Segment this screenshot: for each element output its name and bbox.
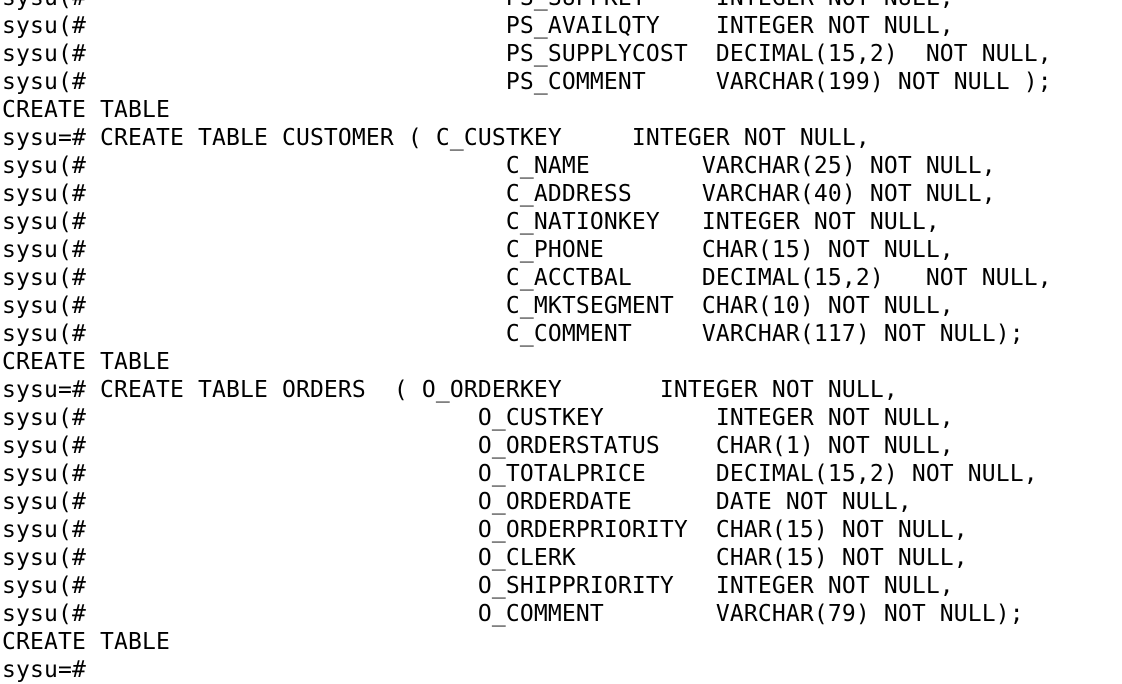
terminal-line: sysu(# C_NAME VARCHAR(25) NOT NULL,: [2, 153, 996, 179]
terminal-line: sysu=# CREATE TABLE ORDERS ( O_ORDERKEY …: [2, 377, 898, 403]
terminal-output[interactable]: sysu(# PS_SUPPKEY INTEGER NOT NULL,sysu(…: [2, 0, 1122, 684]
terminal-line: sysu(# C_ACCTBAL DECIMAL(15,2) NOT NULL,: [2, 265, 1052, 291]
terminal-line: sysu(# O_ORDERSTATUS CHAR(1) NOT NULL,: [2, 433, 954, 459]
terminal-line: sysu(# PS_SUPPLYCOST DECIMAL(15,2) NOT N…: [2, 41, 1052, 67]
terminal-line: sysu(# C_COMMENT VARCHAR(117) NOT NULL);: [2, 321, 1024, 347]
terminal-line: sysu(# O_CLERK CHAR(15) NOT NULL,: [2, 545, 968, 571]
terminal-line: CREATE TABLE: [2, 629, 170, 655]
terminal-line: CREATE TABLE: [2, 349, 170, 375]
terminal-line: sysu(# C_NATIONKEY INTEGER NOT NULL,: [2, 209, 940, 235]
terminal-line: sysu(# O_TOTALPRICE DECIMAL(15,2) NOT NU…: [2, 461, 1038, 487]
terminal-line: sysu(# O_CUSTKEY INTEGER NOT NULL,: [2, 405, 954, 431]
terminal-line: CREATE TABLE: [2, 97, 170, 123]
terminal-line: sysu(# PS_COMMENT VARCHAR(199) NOT NULL …: [2, 69, 1052, 95]
terminal-line: sysu(# PS_SUPPKEY INTEGER NOT NULL,: [2, 0, 1122, 12]
terminal-line: sysu(# O_COMMENT VARCHAR(79) NOT NULL);: [2, 601, 1024, 627]
terminal-line: sysu(# O_ORDERDATE DATE NOT NULL,: [2, 489, 912, 515]
terminal-line: sysu(# C_PHONE CHAR(15) NOT NULL,: [2, 237, 954, 263]
prompt-line: sysu=#: [2, 657, 100, 683]
terminal-line: sysu(# C_MKTSEGMENT CHAR(10) NOT NULL,: [2, 293, 954, 319]
terminal-line: sysu(# PS_AVAILQTY INTEGER NOT NULL,: [2, 13, 954, 39]
terminal-line: sysu(# O_SHIPPRIORITY INTEGER NOT NULL,: [2, 573, 954, 599]
terminal-line: sysu(# O_ORDERPRIORITY CHAR(15) NOT NULL…: [2, 517, 968, 543]
terminal-line: sysu(# C_ADDRESS VARCHAR(40) NOT NULL,: [2, 181, 996, 207]
terminal-line: sysu=# CREATE TABLE CUSTOMER ( C_CUSTKEY…: [2, 125, 870, 151]
